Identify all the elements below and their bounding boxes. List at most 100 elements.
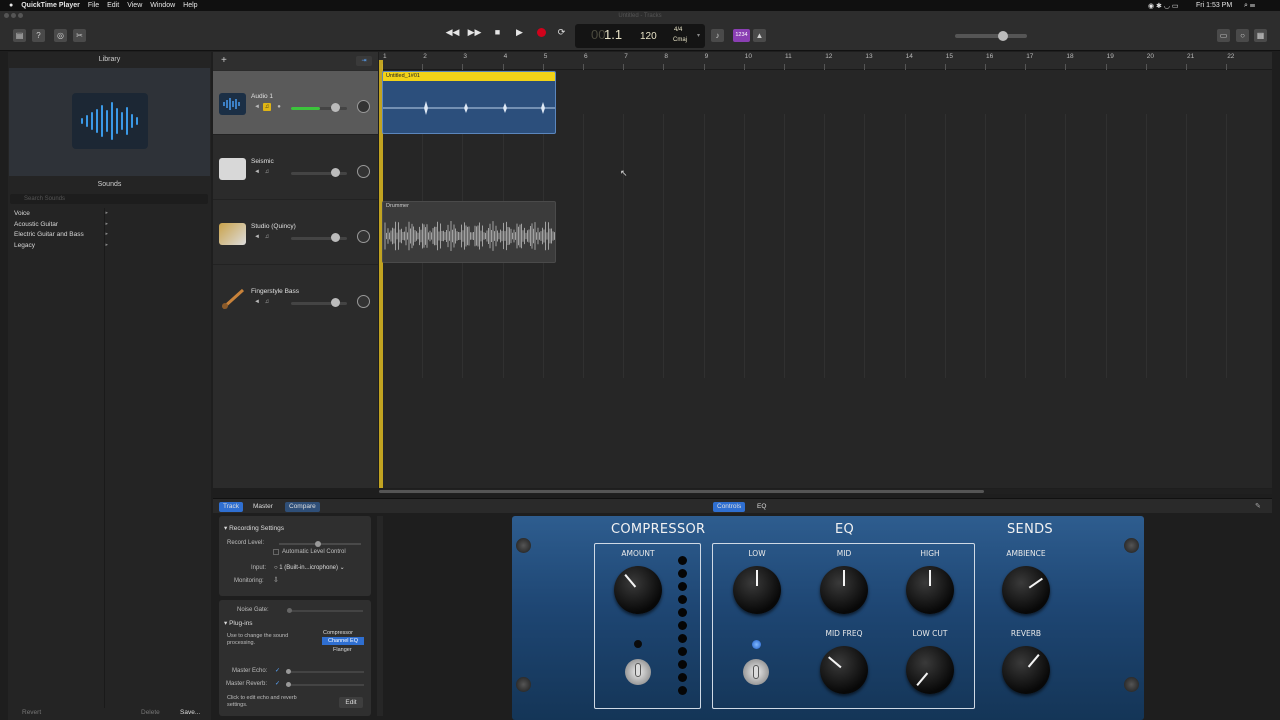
monitoring-icon[interactable]: ⇩ <box>273 576 279 584</box>
tab-eq[interactable]: EQ <box>753 502 770 512</box>
master-reverb-checkbox[interactable]: ✓ <box>275 680 280 687</box>
lcd-key[interactable]: Cmaj <box>673 37 687 43</box>
track-volume-knob[interactable] <box>331 233 340 242</box>
track-row-studio-quincy[interactable]: Studio (Quincy) ◄ ♫ <box>213 201 378 265</box>
editors-icon[interactable]: ✂ <box>73 29 86 42</box>
track-pan-knob[interactable] <box>357 230 370 243</box>
ruler-bar-number[interactable]: 5 <box>544 53 548 60</box>
track-pan-knob[interactable] <box>357 295 370 308</box>
noise-gate-knob[interactable] <box>287 608 292 613</box>
master-echo-checkbox[interactable]: ✓ <box>275 667 280 674</box>
plugin-channel-eq[interactable]: Channel EQ <box>322 637 364 645</box>
lcd-signature[interactable]: 4/4 <box>674 27 682 33</box>
ruler[interactable]: 1 2 3 4 5 6 7 8 9 10 11 12 13 14 15 16 17 18 19 20 21 22 <box>379 52 1272 70</box>
track-pan-knob[interactable] <box>357 165 370 178</box>
ruler-bar-number[interactable]: 7 <box>624 53 628 60</box>
cycle-icon[interactable]: ⟳ <box>553 25 570 39</box>
eq-mid-freq-knob[interactable] <box>820 646 868 694</box>
eq-low-cut-knob[interactable] <box>906 646 954 694</box>
add-track-icon[interactable]: + <box>221 55 227 66</box>
amount-knob[interactable] <box>614 566 662 614</box>
ruler-bar-number[interactable]: 1 <box>383 53 387 60</box>
input-select[interactable]: ○ 1 (Built-in...icrophone) ⌄ <box>274 563 364 573</box>
ruler-bar-number[interactable]: 2 <box>423 53 427 60</box>
mute-icon[interactable]: ◄ <box>253 103 261 111</box>
fast-forward-icon[interactable]: ▶▶ <box>466 25 483 39</box>
ruler-bar-number[interactable]: 22 <box>1227 53 1234 60</box>
menu-window[interactable]: Window <box>150 2 175 9</box>
ruler-bar-number[interactable]: 21 <box>1187 53 1194 60</box>
library-category-legacy[interactable]: Legacy <box>14 242 108 249</box>
track-row-audio-1[interactable]: Audio 1 ◄ ♫ ● <box>213 71 378 135</box>
menu-view[interactable]: View <box>127 2 142 9</box>
ruler-bar-number[interactable]: 4 <box>504 53 508 60</box>
track-volume-knob[interactable] <box>331 103 340 112</box>
ruler-bar-number[interactable]: 9 <box>705 53 709 60</box>
track-row-fingerstyle-bass[interactable]: Fingerstyle Bass ◄ ♫ <box>213 266 378 330</box>
headphones-icon[interactable]: ♫ <box>263 103 271 111</box>
track-name[interactable]: Fingerstyle Bass <box>251 288 299 295</box>
library-toggle-icon[interactable]: ▤ <box>13 29 26 42</box>
status-icons[interactable]: ◉ ✱ ◡ ▭ <box>1148 2 1179 10</box>
library-category-acoustic-guitar[interactable]: Acoustic Guitar <box>14 221 108 228</box>
tab-master[interactable]: Master <box>249 502 277 512</box>
headphones-icon[interactable]: ♫ <box>263 168 271 176</box>
track-volume-knob[interactable] <box>331 168 340 177</box>
save-button[interactable]: Save... <box>180 709 200 716</box>
ruler-bar-number[interactable]: 20 <box>1147 53 1154 60</box>
plugin-flanger[interactable]: Flanger <box>333 647 352 653</box>
edit-pencil-icon[interactable]: ✎ <box>1255 502 1261 510</box>
menu-file[interactable]: File <box>88 2 99 9</box>
record-icon[interactable] <box>533 25 550 39</box>
track-name[interactable]: Audio 1 <box>251 93 273 100</box>
mute-icon[interactable]: ◄ <box>253 298 261 306</box>
tab-controls[interactable]: Controls <box>713 502 746 512</box>
library-category-electric-guitar[interactable]: Electric Guitar and Bass <box>14 231 108 238</box>
arrange-area[interactable]: 1 2 3 4 5 6 7 8 9 10 11 12 13 14 15 16 17 18 19 20 21 22 Unti… <box>379 52 1272 488</box>
lcd-display[interactable]: 00 1.1 120 4/4 Cmaj ▾ <box>575 24 705 48</box>
count-in-button[interactable]: 1234 <box>733 29 750 42</box>
eq-toggle-switch[interactable] <box>743 659 769 685</box>
headphones-icon[interactable]: ♫ <box>263 298 271 306</box>
play-icon[interactable]: ▶ <box>511 25 528 39</box>
master-reverb-slider[interactable] <box>286 684 364 686</box>
delete-button[interactable]: Delete <box>141 709 160 716</box>
reverb-knob[interactable] <box>1002 646 1050 694</box>
ruler-bar-number[interactable]: 8 <box>664 53 668 60</box>
app-menu[interactable]: QuickTime Player <box>21 2 80 9</box>
ruler-bar-number[interactable]: 10 <box>745 53 752 60</box>
ruler-bar-number[interactable]: 11 <box>785 53 792 60</box>
ruler-bar-number[interactable]: 19 <box>1107 53 1114 60</box>
rewind-icon[interactable]: ◀◀ <box>444 25 461 39</box>
compressor-toggle-switch[interactable] <box>625 659 651 685</box>
inspector-scrollbar[interactable] <box>377 516 383 716</box>
loops-icon[interactable]: ○ <box>1236 29 1249 42</box>
zoom-window-icon[interactable] <box>18 13 23 18</box>
ruler-bar-number[interactable]: 3 <box>463 53 467 60</box>
track-name[interactable]: Seismic <box>251 158 274 165</box>
lcd-dropdown-icon[interactable]: ▾ <box>697 32 700 39</box>
track-volume-knob[interactable] <box>331 298 340 307</box>
catch-playhead-icon[interactable]: ⇥ <box>356 56 372 66</box>
auto-level-checkbox[interactable] <box>273 549 279 555</box>
headphones-icon[interactable]: ♫ <box>263 233 271 241</box>
menu-edit[interactable]: Edit <box>107 2 119 9</box>
plugins-title[interactable]: ▾ Plug-ins <box>224 619 253 627</box>
smart-controls-icon[interactable]: ◎ <box>54 29 67 42</box>
master-volume-slider[interactable] <box>955 34 1027 38</box>
stop-icon[interactable]: ■ <box>489 25 506 39</box>
master-echo-knob[interactable] <box>286 669 291 674</box>
track-name[interactable]: Studio (Quincy) <box>251 223 296 230</box>
audio-region[interactable]: Untitled_1#01 <box>382 71 556 134</box>
master-reverb-knob[interactable] <box>286 682 291 687</box>
master-echo-slider[interactable] <box>286 671 364 673</box>
ruler-bar-number[interactable]: 16 <box>986 53 993 60</box>
ambience-knob[interactable] <box>1002 566 1050 614</box>
notepad-icon[interactable]: ▭ <box>1217 29 1230 42</box>
apple-icon[interactable]: ● <box>9 2 13 9</box>
library-category-voice[interactable]: Voice <box>14 210 108 217</box>
metronome-icon[interactable]: ▲ <box>753 29 766 42</box>
record-level-knob[interactable] <box>315 541 321 547</box>
compare-button[interactable]: Compare <box>285 502 320 512</box>
noise-gate-slider[interactable] <box>287 610 363 612</box>
